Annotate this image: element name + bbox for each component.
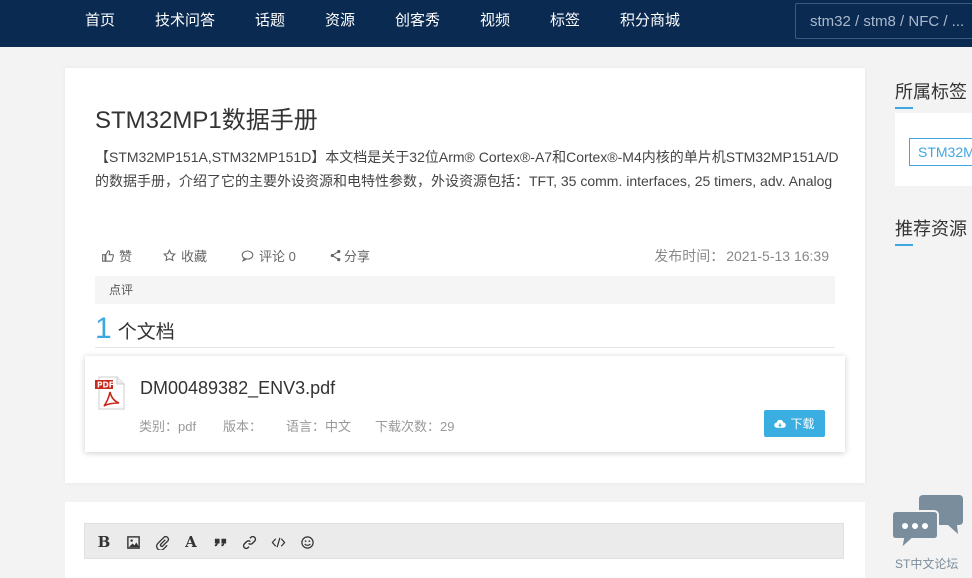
comment-button[interactable]: 评论 0 <box>241 246 296 265</box>
star-icon <box>163 249 176 262</box>
share-label: 分享 <box>344 249 371 264</box>
editor-toolbar: B A <box>84 523 844 559</box>
like-button[interactable]: 赞 <box>101 246 132 265</box>
document-card: STM32MP1数据手册 【STM32MP151A,STM32MP151D】本文… <box>65 68 865 483</box>
download-label: 下载 <box>790 417 815 431</box>
file-language: 语言：中文 <box>286 419 352 434</box>
search-input[interactable] <box>795 3 972 39</box>
file-type: 类别：pdf <box>139 419 197 434</box>
nav-item-resources[interactable]: 资源 <box>325 0 355 47</box>
nav-item-maker[interactable]: 创客秀 <box>395 0 440 47</box>
comment-icon <box>241 250 254 262</box>
font-color-icon[interactable]: A <box>179 524 203 560</box>
publish-time-value: 2021-5-13 16:39 <box>726 248 829 264</box>
nav-item-points-mall[interactable]: 积分商城 <box>620 0 680 47</box>
nav-item-topics[interactable]: 话题 <box>255 0 285 47</box>
favorite-label: 收藏 <box>181 249 208 264</box>
page-title: STM32MP1数据手册 <box>95 107 318 134</box>
nav-item-tags[interactable]: 标签 <box>550 0 580 47</box>
code-icon[interactable] <box>266 524 290 560</box>
pdf-file-icon: PDF <box>95 376 125 410</box>
thumbs-up-icon <box>102 250 114 262</box>
quote-icon[interactable] <box>208 524 232 560</box>
bold-icon[interactable]: B <box>92 524 116 560</box>
chat-bubbles-icon <box>891 495 963 552</box>
resources-section-title: 推荐资源 <box>895 215 967 246</box>
nav-item-video[interactable]: 视频 <box>480 0 510 47</box>
tag-link[interactable]: STM32MP1 <box>909 138 972 166</box>
file-name-link[interactable]: DM00489382_ENV3.pdf <box>140 378 335 399</box>
link-icon[interactable] <box>237 524 261 560</box>
comment-editor: B A <box>65 502 865 578</box>
favorite-button[interactable]: 收藏 <box>163 246 207 265</box>
document-count-number: 1 <box>95 312 112 345</box>
divider <box>95 347 835 348</box>
forum-widget[interactable]: ST中文论坛 <box>890 493 972 573</box>
top-nav: 首页 技术问答 话题 资源 创客秀 视频 标签 积分商城 <box>0 0 972 47</box>
forum-label: ST中文论坛 <box>895 557 959 571</box>
download-button[interactable]: 下载 <box>764 410 825 437</box>
emoji-icon[interactable] <box>295 524 319 560</box>
image-icon[interactable] <box>121 524 145 560</box>
cloud-download-icon <box>774 419 787 428</box>
tags-box: STM32MP1 <box>895 113 972 186</box>
file-version: 版本： <box>223 419 263 434</box>
publish-time-label: 发布时间： <box>654 248 725 264</box>
like-label: 赞 <box>119 249 133 264</box>
document-description: 【STM32MP151A,STM32MP151D】本文档是关于32位Arm® C… <box>95 149 839 189</box>
document-count: 1 个文档 <box>95 312 175 346</box>
attachment-icon[interactable] <box>150 524 174 560</box>
tags-section-title: 所属标签 <box>895 78 967 109</box>
review-bar[interactable]: 点评 <box>95 276 835 304</box>
share-button[interactable]: 分享 <box>329 246 370 265</box>
comment-label: 评论 0 <box>259 249 296 264</box>
share-icon <box>330 249 341 262</box>
nav-item-qa[interactable]: 技术问答 <box>155 0 215 47</box>
publish-time: 发布时间： 2021-5-13 16:39 <box>654 246 829 266</box>
svg-text:PDF: PDF <box>97 381 114 390</box>
nav-item-home[interactable]: 首页 <box>85 0 115 47</box>
file-download-count: 下载次数：29 <box>375 419 455 434</box>
document-count-label: 个文档 <box>117 322 175 343</box>
file-item: PDF DM00489382_ENV3.pdf 类别：pdf 版本： 语言：中文… <box>85 356 845 452</box>
